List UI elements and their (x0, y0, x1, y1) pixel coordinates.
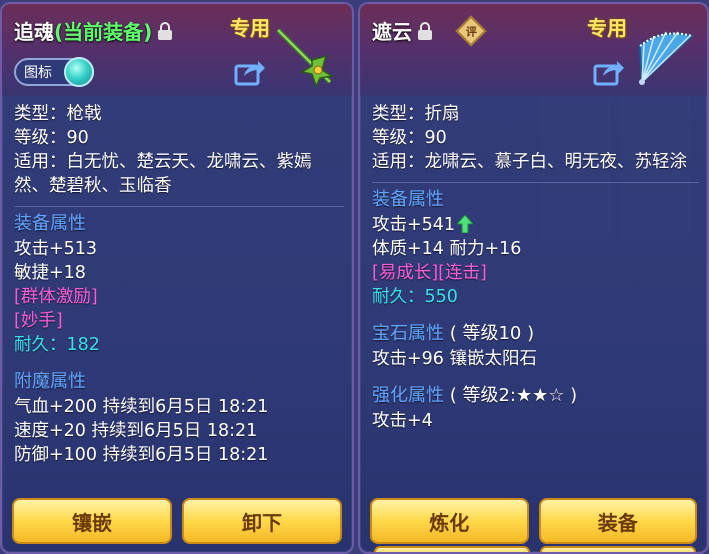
equipped-tag: (当前装备) (54, 20, 153, 44)
spear-icon (276, 28, 335, 88)
icon-toggle[interactable]: 图标 (14, 57, 94, 87)
item-level: 等级：90 (372, 128, 447, 148)
item-applicable: 适用：龙啸云、慕子白、明无夜、苏轻涂 (372, 152, 687, 172)
skill-line: [群体激励] (14, 287, 98, 307)
compare-item-panel: 遮云 评 专用 类型：折扇 等级：90 适用：龙啸云、慕子白、明无夜、苏轻涂 装… (358, 2, 709, 554)
more-button-edge (540, 546, 696, 552)
strengthen-attr-line: 攻击+4 (372, 411, 433, 431)
refine-button[interactable]: 炼化 (370, 498, 529, 544)
equip-button[interactable]: 装备 (538, 498, 697, 544)
skill-line: [妙手] (14, 311, 63, 331)
enchant-line: 速度+20 持续到6月5日 18:21 (14, 421, 258, 441)
gem-title: 宝石属性 ( 等级10 ) (372, 323, 535, 344)
item-name: 遮云 (372, 20, 412, 44)
equip-attr-title: 装备属性 (372, 189, 444, 210)
equipped-item-panel: 追魂(当前装备) 专用 图标 类型：枪戟 等级：90 适用：白无忧、楚云天、龙啸… (0, 2, 354, 554)
item-type: 类型：枪戟 (14, 104, 102, 124)
strengthen-title: 强化属性 ( 等级2:★★☆ ) (372, 385, 578, 406)
attr-line: 体质+14 耐力+16 (372, 239, 522, 259)
inlay-button[interactable]: 镶嵌 (12, 498, 172, 544)
review-badge[interactable]: 评 (455, 14, 487, 47)
item-applicable: 适用：白无忧、楚云天、龙啸云、紫嫣然、楚碧秋、玉临香 (14, 152, 312, 196)
divider (372, 182, 699, 183)
equip-attr-title: 装备属性 (14, 213, 86, 234)
icon-toggle-label: 图标 (24, 65, 52, 81)
item-name: 追魂(当前装备) (14, 20, 153, 44)
enchant-line: 气血+200 持续到6月5日 18:21 (14, 397, 269, 417)
attack-line: 攻击+541 (372, 213, 699, 237)
durability-line: 耐久：550 (372, 287, 458, 307)
unlock-icon[interactable] (418, 21, 434, 40)
divider (14, 206, 344, 207)
item-details: 类型：枪戟 等级：90 适用：白无忧、楚云天、龙啸云、紫嫣然、楚碧秋、玉临香 装… (14, 102, 344, 467)
toggle-knob[interactable] (64, 57, 94, 87)
up-arrow-icon (457, 215, 474, 233)
unlock-icon[interactable] (158, 21, 174, 40)
special-label: 专用 (230, 16, 270, 40)
share-icon[interactable] (234, 58, 266, 86)
skill-line: [易成长][连击] (372, 263, 487, 283)
unequip-button[interactable]: 卸下 (182, 498, 342, 544)
attr-line: 敏捷+18 (14, 263, 86, 283)
enchant-title: 附魔属性 (14, 371, 86, 392)
durability-line: 耐久：182 (14, 335, 100, 355)
fan-icon (638, 31, 695, 85)
gem-attr-line: 攻击+96 镶嵌太阳石 (372, 349, 537, 369)
enchant-line: 防御+100 持续到6月5日 18:21 (14, 445, 269, 465)
item-type: 类型：折扇 (372, 104, 460, 124)
action-buttons: 炼化 装备 (370, 498, 697, 544)
item-details: 类型：折扇 等级：90 适用：龙啸云、慕子白、明无夜、苏轻涂 装备属性 攻击+5… (372, 102, 699, 433)
item-title-row: 追魂(当前装备) (14, 16, 174, 45)
item-title-row: 遮云 评 (372, 14, 487, 47)
action-buttons: 镶嵌 卸下 (12, 498, 342, 544)
special-label: 专用 (587, 16, 627, 40)
item-level: 等级：90 (14, 128, 89, 148)
attr-line: 攻击+513 (14, 239, 98, 259)
more-button-edge (374, 546, 530, 552)
share-icon[interactable] (593, 58, 625, 86)
